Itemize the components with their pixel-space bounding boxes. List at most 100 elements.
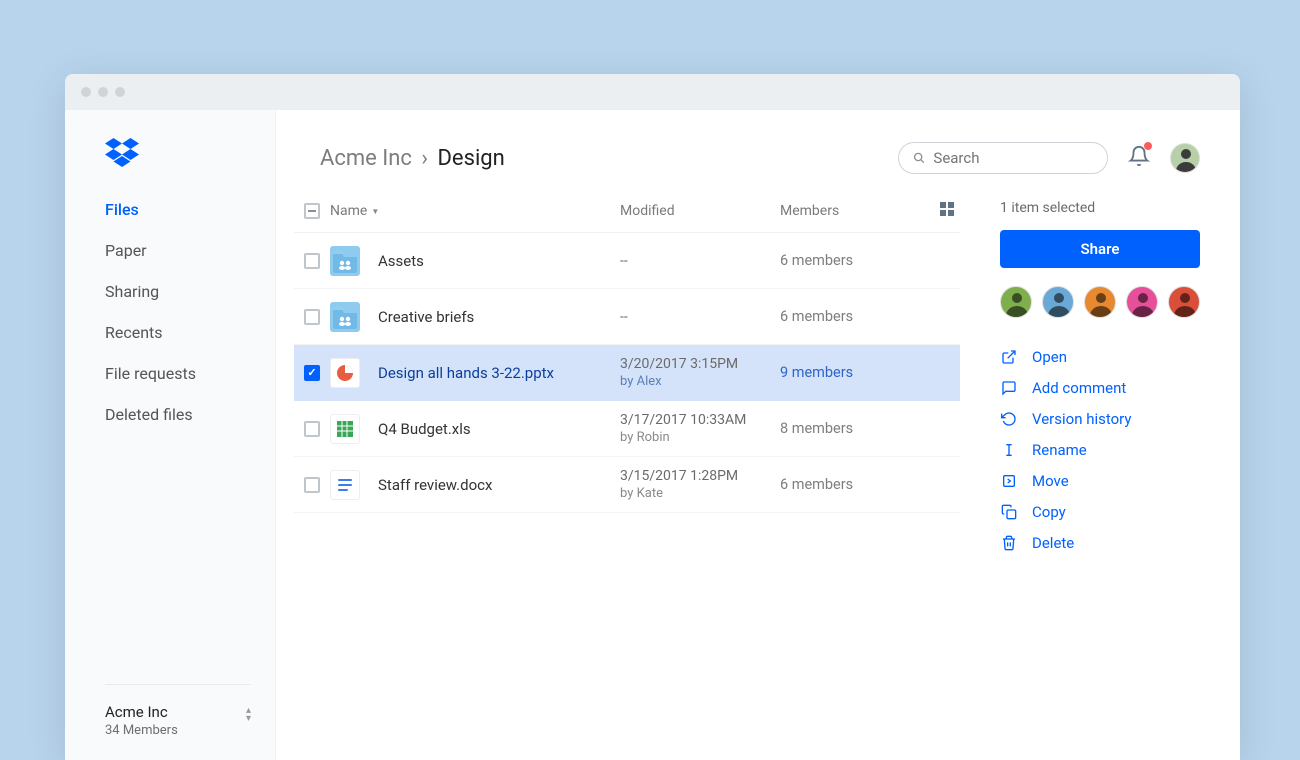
sidebar-item-deleted-files[interactable]: Deleted files xyxy=(105,405,275,424)
window-close-dot[interactable] xyxy=(81,87,91,97)
member-avatar[interactable] xyxy=(1126,286,1158,318)
action-label: Version history xyxy=(1032,410,1132,428)
members-cell: 8 members xyxy=(780,420,920,437)
column-name[interactable]: Name ▼ xyxy=(330,203,620,219)
breadcrumb-sep: › xyxy=(421,146,428,171)
delete-icon xyxy=(1000,535,1018,551)
breadcrumb: Acme Inc › Design xyxy=(320,146,505,171)
file-row[interactable]: Q4 Budget.xls3/17/2017 10:33AMby Robin8 … xyxy=(294,401,960,457)
members-cell: 6 members xyxy=(780,252,920,269)
team-switcher[interactable]: Acme Inc 34 Members ▴▾ xyxy=(105,684,251,760)
action-open[interactable]: Open xyxy=(1000,348,1200,366)
sidebar-item-files[interactable]: Files xyxy=(105,200,275,219)
ppt-icon xyxy=(330,358,360,388)
file-name-cell[interactable]: Staff review.docx xyxy=(330,470,620,500)
action-label: Delete xyxy=(1032,534,1074,552)
file-list: Name ▼ Modified Members Assets--6 member… xyxy=(294,196,960,760)
member-avatar[interactable] xyxy=(1000,286,1032,318)
sidebar: Files Paper Sharing Recents File requests Del… xyxy=(65,110,276,760)
list-header: Name ▼ Modified Members xyxy=(294,196,960,233)
open-icon xyxy=(1000,349,1018,365)
action-delete[interactable]: Delete xyxy=(1000,534,1200,552)
body: Name ▼ Modified Members Assets--6 member… xyxy=(276,196,1240,760)
column-modified[interactable]: Modified xyxy=(620,203,780,219)
person-icon xyxy=(1127,286,1157,318)
action-label: Open xyxy=(1032,348,1067,366)
history-icon xyxy=(1000,411,1018,427)
member-avatar[interactable] xyxy=(1042,286,1074,318)
copy-icon xyxy=(1000,504,1018,520)
person-icon xyxy=(1043,286,1073,318)
view-grid-button[interactable] xyxy=(940,202,954,220)
select-all-checkbox[interactable] xyxy=(304,203,320,219)
breadcrumb-root[interactable]: Acme Inc xyxy=(320,146,412,171)
sidebar-nav: Files Paper Sharing Recents File requests Del… xyxy=(105,200,275,424)
folder-icon xyxy=(330,246,360,276)
members-cell: 9 members xyxy=(780,364,920,381)
sidebar-item-file-requests[interactable]: File requests xyxy=(105,364,275,383)
file-name-cell[interactable]: Design all hands 3-22.pptx xyxy=(330,358,620,388)
window-max-dot[interactable] xyxy=(115,87,125,97)
action-label: Add comment xyxy=(1032,379,1126,397)
action-rename[interactable]: Rename xyxy=(1000,441,1200,459)
column-members[interactable]: Members xyxy=(780,203,920,219)
member-avatar[interactable] xyxy=(1168,286,1200,318)
xls-icon xyxy=(330,414,360,444)
app-window: Files Paper Sharing Recents File requests Del… xyxy=(65,74,1240,760)
sidebar-item-sharing[interactable]: Sharing xyxy=(105,282,275,301)
member-avatars xyxy=(1000,286,1200,318)
file-name: Creative briefs xyxy=(378,308,474,326)
action-list: Open Add comment Version history Rename Move… xyxy=(1000,348,1200,552)
modified-cell: 3/20/2017 3:15PMby Alex xyxy=(620,355,780,391)
folder-icon xyxy=(330,302,360,332)
search-box[interactable] xyxy=(898,142,1108,174)
row-checkbox[interactable] xyxy=(304,309,320,325)
search-input[interactable] xyxy=(933,149,1093,167)
action-copy[interactable]: Copy xyxy=(1000,503,1200,521)
row-checkbox[interactable] xyxy=(304,477,320,493)
notifications-button[interactable] xyxy=(1128,145,1150,171)
file-name: Staff review.docx xyxy=(378,476,492,494)
search-icon xyxy=(913,151,925,165)
modified-cell: -- xyxy=(620,252,780,270)
sort-caret-icon: ▼ xyxy=(371,207,379,216)
members-cell: 6 members xyxy=(780,476,920,493)
content: Files Paper Sharing Recents File requests Del… xyxy=(65,110,1240,760)
breadcrumb-current: Design xyxy=(437,146,504,171)
file-row[interactable]: Design all hands 3-22.pptx3/20/2017 3:15… xyxy=(294,345,960,401)
file-name-cell[interactable]: Q4 Budget.xls xyxy=(330,414,620,444)
person-icon xyxy=(1001,286,1031,318)
rename-icon xyxy=(1000,442,1018,458)
file-name-cell[interactable]: Assets xyxy=(330,246,620,276)
members-cell: 6 members xyxy=(780,308,920,325)
column-name-label: Name xyxy=(330,203,367,219)
row-checkbox[interactable] xyxy=(304,253,320,269)
file-row[interactable]: Creative briefs --6 members xyxy=(294,289,960,345)
file-name: Assets xyxy=(378,252,424,270)
member-avatar[interactable] xyxy=(1084,286,1116,318)
sidebar-item-recents[interactable]: Recents xyxy=(105,323,275,342)
user-avatar[interactable] xyxy=(1170,143,1200,173)
action-history[interactable]: Version history xyxy=(1000,410,1200,428)
file-row[interactable]: Staff review.docx3/15/2017 1:28PMby Kate… xyxy=(294,457,960,513)
dropbox-logo-icon[interactable] xyxy=(105,138,275,172)
person-icon xyxy=(1085,286,1115,318)
window-titlebar xyxy=(65,74,1240,110)
file-row[interactable]: Assets --6 members xyxy=(294,233,960,289)
window-min-dot[interactable] xyxy=(98,87,108,97)
action-comment[interactable]: Add comment xyxy=(1000,379,1200,397)
file-name-cell[interactable]: Creative briefs xyxy=(330,302,620,332)
action-move[interactable]: Move xyxy=(1000,472,1200,490)
person-icon xyxy=(1171,143,1199,173)
person-icon xyxy=(1169,286,1199,318)
team-name: Acme Inc xyxy=(105,703,217,721)
move-icon xyxy=(1000,473,1018,489)
modified-cell: -- xyxy=(620,308,780,326)
comment-icon xyxy=(1000,380,1018,396)
chevron-updown-icon: ▴▾ xyxy=(246,707,251,723)
share-button[interactable]: Share xyxy=(1000,230,1200,268)
sidebar-item-paper[interactable]: Paper xyxy=(105,241,275,260)
main: Acme Inc › Design xyxy=(276,110,1240,760)
row-checkbox[interactable] xyxy=(304,365,320,381)
row-checkbox[interactable] xyxy=(304,421,320,437)
